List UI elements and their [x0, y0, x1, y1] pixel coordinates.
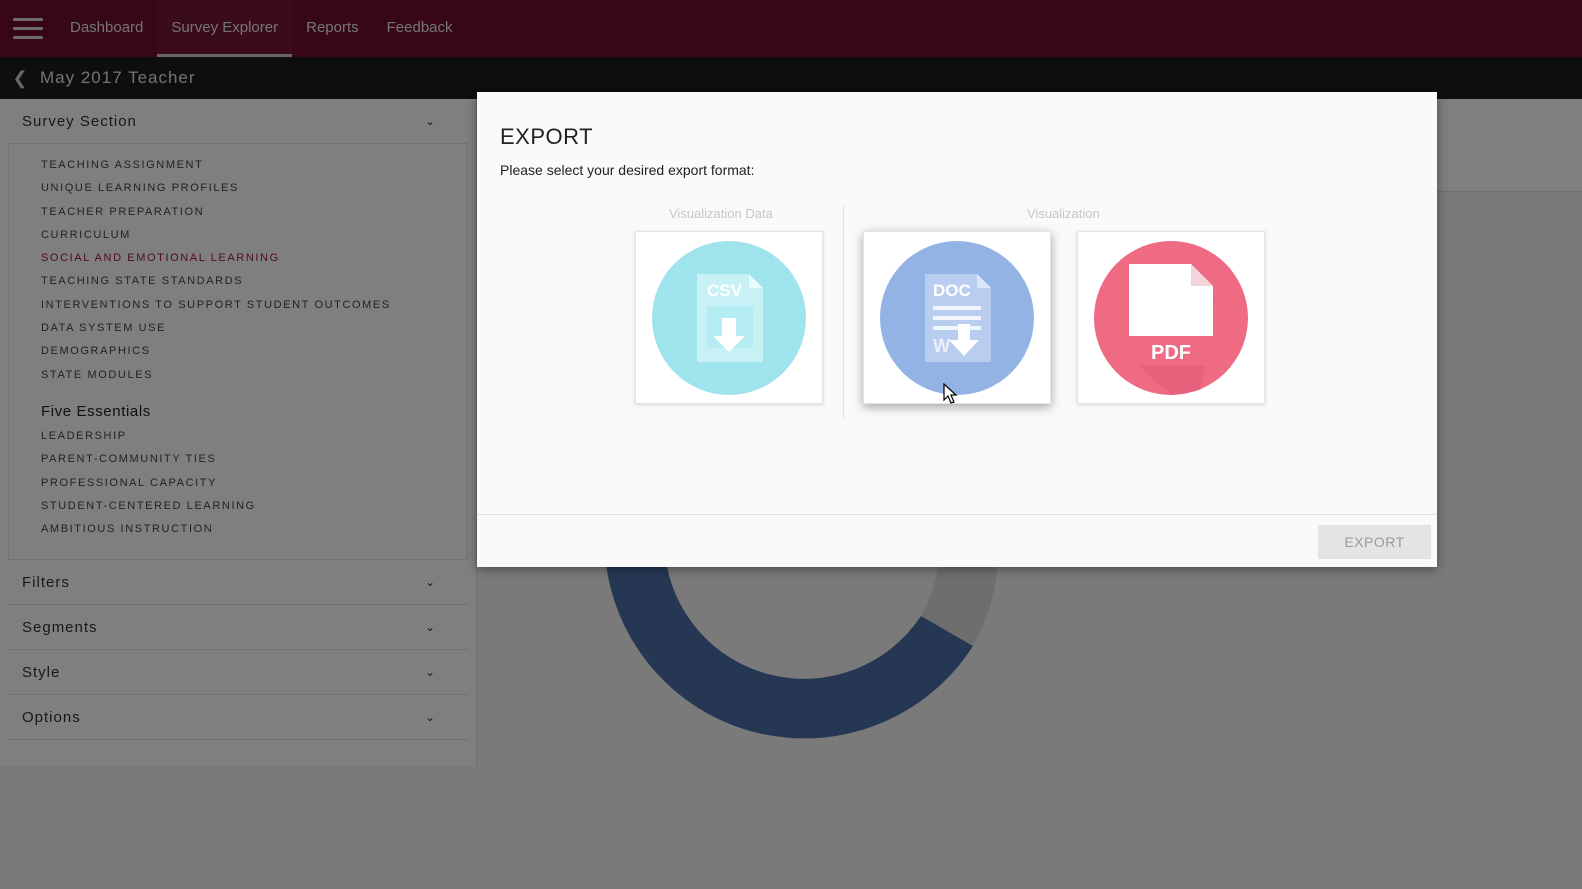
- visualization-data-label: Visualization Data: [669, 206, 773, 221]
- pdf-text: PDF: [1151, 342, 1191, 364]
- doc-export-option[interactable]: DOC W: [863, 231, 1051, 404]
- pdf-file-icon: PDF: [1094, 240, 1248, 395]
- export-dialog: EXPORT Please select your desired export…: [477, 92, 1437, 567]
- pdf-export-option[interactable]: PDF: [1077, 231, 1265, 404]
- word-mark-text: W: [933, 336, 950, 356]
- dialog-footer-divider: [477, 514, 1437, 515]
- mouse-cursor-icon: [943, 383, 958, 404]
- dialog-subtitle: Please select your desired export format…: [500, 162, 755, 178]
- csv-text: CSV: [707, 281, 743, 300]
- format-divider: [843, 205, 844, 418]
- dialog-title: EXPORT: [500, 124, 594, 149]
- csv-file-icon: CSV: [652, 240, 806, 395]
- visualization-label: Visualization: [1027, 206, 1100, 221]
- doc-file-icon: DOC W: [880, 240, 1034, 395]
- csv-export-option[interactable]: CSV: [635, 231, 823, 404]
- export-button[interactable]: EXPORT: [1318, 525, 1431, 559]
- doc-text: DOC: [933, 281, 971, 300]
